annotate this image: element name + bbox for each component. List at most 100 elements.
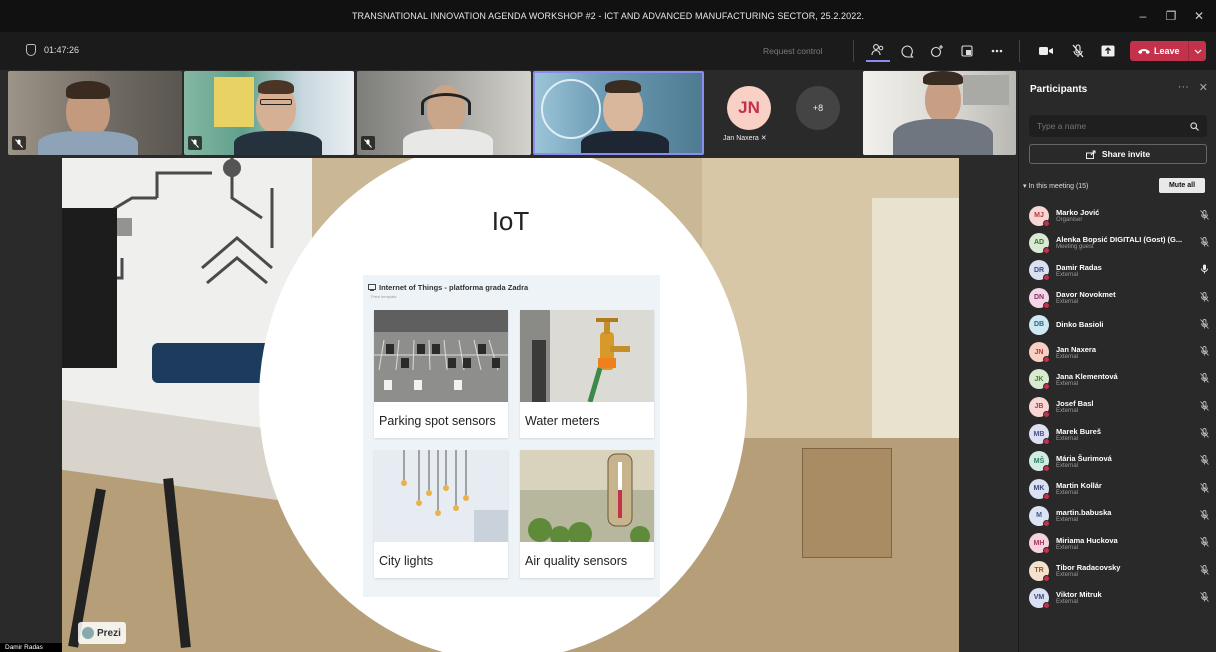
avatar: DN (1029, 287, 1050, 309)
water-image (520, 310, 654, 402)
parking-image (374, 310, 508, 402)
participant-item[interactable]: AD Alenka Bopsić DIGITALI (Gost) (G... Mee… (1029, 229, 1213, 256)
participant-video-4[interactable] (533, 71, 704, 155)
card-caption: Air quality sensors (525, 554, 628, 568)
mic-muted-icon[interactable] (1197, 455, 1211, 467)
participant-role: External (1056, 380, 1079, 387)
more-options-icon[interactable]: ··· (1178, 81, 1189, 94)
participant-name: Jan Naxera (1056, 344, 1097, 354)
camera-icon[interactable] (1034, 40, 1058, 62)
minimize-button[interactable]: – (1132, 5, 1154, 27)
mic-muted-icon[interactable] (1197, 209, 1211, 222)
card-water-meters[interactable]: Water meters (520, 310, 654, 438)
search-icon[interactable] (1190, 121, 1199, 131)
avatar-name: Jan Naxera ✕ (723, 134, 767, 142)
shared-content[interactable]: IoT Internet of Things - platforma grada… (62, 158, 959, 652)
timer-text: 01:47:26 (44, 45, 80, 55)
participant-hair (605, 80, 641, 93)
prezi-label: Prezi (97, 627, 121, 639)
banner-sign (214, 77, 254, 127)
request-control-button[interactable]: Request control (763, 46, 823, 56)
air-image (520, 450, 654, 542)
participant-text: Damir Radas External (1056, 263, 1197, 278)
mic-muted-icon[interactable] (1197, 591, 1211, 604)
mic-muted-icon[interactable] (1197, 509, 1211, 522)
panel-subtitle: Prezi template (371, 294, 397, 299)
participant-item[interactable]: TR Tibor Radacovsky External (1029, 557, 1213, 584)
parking-lot-picture (374, 310, 508, 402)
participant-item[interactable]: Mmartin.babuska External (1029, 502, 1213, 529)
avatar-initials: MB (1033, 430, 1045, 438)
card-parking-spot-sensors[interactable]: Parking spot sensors (374, 310, 508, 438)
participant-item[interactable]: JB Josef Basl External (1029, 393, 1213, 420)
participant-video-1[interactable] (8, 71, 182, 155)
participant-item[interactable]: DN Davor Novokmet External (1029, 284, 1213, 311)
mic-muted-icon[interactable] (1197, 318, 1211, 331)
mic-icon[interactable] (1197, 264, 1211, 276)
avatar: DR (1029, 260, 1050, 282)
search-input[interactable] (1037, 121, 1187, 131)
participant-role: External (1056, 599, 1079, 606)
close-icon[interactable]: ✕ (1199, 81, 1208, 94)
participant-video-2[interactable] (184, 71, 354, 155)
participant-item[interactable]: DR Damir Radas External (1029, 257, 1213, 284)
participant-item[interactable]: MK Martin Kollár External (1029, 475, 1213, 502)
leave-options-chevron-icon[interactable] (1188, 41, 1206, 61)
share-invite-button[interactable]: Share invite (1029, 144, 1207, 164)
participant-text: martin.babuska External (1056, 508, 1197, 523)
search-box[interactable] (1029, 115, 1207, 137)
mic-muted-icon[interactable] (1197, 346, 1211, 358)
participant-item[interactable]: MŠ Mária Šurimová External (1029, 448, 1213, 475)
participant-video-5[interactable] (863, 71, 1016, 155)
people-icon[interactable] (866, 40, 890, 62)
meeting-timer: 01:47:26 (26, 44, 79, 56)
panel-title: Internet of Things - platforma grada Zad… (379, 283, 529, 292)
mic-muted-icon[interactable] (1197, 482, 1211, 495)
mic-muted-icon[interactable] (1197, 428, 1211, 440)
participant-name: Marek Bureš (1056, 426, 1102, 436)
participant-role: Meeting guest (1056, 244, 1094, 251)
participant-item[interactable]: MH Miriama Huckova External (1029, 530, 1213, 557)
mic-muted-icon[interactable] (1197, 564, 1211, 577)
avatar[interactable]: JN (727, 86, 771, 130)
participant-item[interactable]: MJ Marko Jović Organiser (1029, 202, 1213, 229)
cardboard-box (802, 448, 892, 558)
status-badge (1043, 383, 1050, 391)
close-window-button[interactable]: ✕ (1188, 5, 1210, 27)
share-icon[interactable] (1096, 40, 1120, 62)
participant-item[interactable]: JN Jan Naxera External (1029, 338, 1213, 365)
slide-title: IoT (491, 206, 530, 236)
shield-icon (26, 44, 36, 56)
leave-label-group[interactable]: Leave (1130, 46, 1188, 56)
reactions-icon[interactable] (925, 40, 949, 62)
mute-all-button[interactable]: Mute all (1159, 178, 1205, 193)
water-meter-picture (520, 310, 654, 402)
restore-button[interactable]: ❐ (1160, 5, 1182, 27)
mic-muted-icon[interactable] (1197, 236, 1211, 249)
overflow-participants-button[interactable]: +8 (796, 86, 840, 130)
participant-video-3[interactable] (357, 71, 531, 155)
participant-name: Tibor Radacovsky (1056, 563, 1121, 572)
mic-muted-icon[interactable] (1197, 291, 1211, 304)
more-icon[interactable] (985, 40, 1009, 62)
in-meeting-section[interactable]: ▾ In this meeting (15) (1023, 182, 1088, 190)
mic-muted-icon[interactable] (1197, 400, 1211, 413)
card-city-lights[interactable]: City lights (374, 450, 508, 578)
rooms-icon[interactable] (955, 40, 979, 62)
mic-muted-icon[interactable] (1066, 40, 1090, 62)
mic-muted-icon[interactable] (1197, 373, 1211, 385)
participant-item[interactable]: MB Marek Bureš External (1029, 420, 1213, 447)
participant-item[interactable]: JK Jana Klementová External (1029, 366, 1213, 393)
card-air-quality-sensors[interactable]: Air quality sensors (520, 450, 654, 578)
leave-button[interactable]: Leave (1130, 41, 1206, 61)
participant-item[interactable]: DB Dinko Basioli (1029, 311, 1213, 338)
status-badge (1043, 519, 1050, 527)
status-badge (1043, 410, 1050, 418)
participant-role: External (1056, 353, 1079, 360)
chat-icon[interactable] (895, 40, 919, 62)
participant-text: Mária Šurimová External (1056, 454, 1197, 469)
participant-name: Jana Klementová (1056, 371, 1118, 381)
participant-item[interactable]: VM Viktor Mitruk External (1029, 584, 1213, 611)
avatar-initials: DB (1033, 321, 1045, 329)
mic-muted-icon[interactable] (1197, 537, 1211, 549)
